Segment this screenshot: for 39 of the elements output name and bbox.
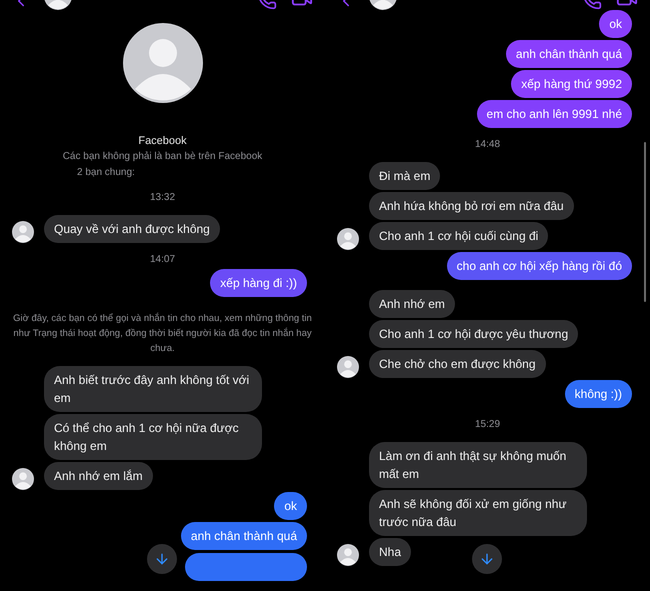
received-message: Quay về với anh được không xyxy=(44,215,220,243)
received-message: Làm ơn đi anh thật sự không muốn mất em xyxy=(369,442,587,488)
profile-name: Facebook xyxy=(138,134,187,149)
received-message: Anh hứa không bỏ rơi em nữa đâu xyxy=(369,192,574,220)
timestamp: 14:48 xyxy=(474,138,500,152)
sent-message: ok xyxy=(274,492,307,520)
timestamp: 15:29 xyxy=(474,418,500,432)
received-message: Che chở cho em được không xyxy=(369,350,546,378)
avatar-icon xyxy=(337,544,359,566)
received-message: Anh biết trước đây anh không tốt với em xyxy=(44,366,262,412)
received-message: Cho anh 1 cơ hội được yêu thương xyxy=(369,320,578,348)
avatar-icon xyxy=(337,356,359,378)
received-message: Anh nhớ em xyxy=(369,290,455,318)
received-message: Đi mà em xyxy=(369,162,440,190)
sent-message: không :)) xyxy=(564,380,632,408)
mutual-friends: 2 bạn chung: xyxy=(77,166,135,180)
sent-message: anh chân thành quá xyxy=(180,522,307,550)
sent-message: cho anh cơ hội xếp hàng rồi đó xyxy=(446,252,632,280)
received-message: Nha xyxy=(369,538,412,566)
avatar-icon xyxy=(337,228,359,250)
sent-message: ok xyxy=(599,10,632,38)
scroll-down-button[interactable] xyxy=(147,544,177,574)
notice-text: Giờ đây, các bạn có thể gọi và nhắn tin cho nhau, xem những thông tin như Trạng thái hoạt động, đồng thời biết người kia đã đọc tin nhắn hay chưa. xyxy=(12,312,313,356)
scrollbar[interactable] xyxy=(644,142,646,302)
received-message: Cho anh 1 cơ hội cuối cùng đi xyxy=(369,222,548,250)
scroll-down-button[interactable] xyxy=(472,544,502,574)
sent-message: xếp hàng đi :)) xyxy=(210,269,307,297)
avatar-icon xyxy=(12,468,34,490)
avatar-icon xyxy=(122,23,202,103)
sent-message: anh chân thành quá xyxy=(506,40,632,68)
received-message: Anh nhớ em lắm xyxy=(44,462,153,490)
received-message: Có thể cho anh 1 cơ hội nữa được không em xyxy=(44,414,262,460)
avatar-icon xyxy=(12,221,34,243)
timestamp: 14:07 xyxy=(150,253,176,267)
received-message: Anh sẽ không đối xử em giống như trước nữa đâu xyxy=(369,490,587,536)
sent-message: em cho anh lên 9991 nhé xyxy=(476,100,632,128)
profile-subtitle: Các bạn không phải là ban bè trên Facebook xyxy=(62,150,262,164)
sent-message: xếp hàng thứ 9992 xyxy=(511,70,632,98)
timestamp: 13:32 xyxy=(150,191,176,205)
